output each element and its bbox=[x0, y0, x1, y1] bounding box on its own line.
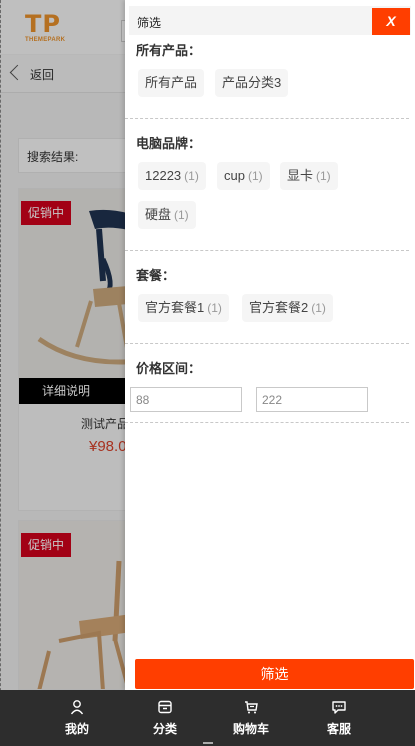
filter-option[interactable]: 所有产品 bbox=[138, 69, 205, 97]
filter-option-label: 12223 bbox=[145, 168, 182, 183]
bottom-nav: 我的 分类 购物车 客服 bbox=[0, 690, 415, 746]
filter-option-count: (1) bbox=[311, 301, 326, 315]
nav-label: 我的 bbox=[64, 722, 89, 736]
cart-icon bbox=[245, 701, 258, 714]
nav-item-category[interactable]: 分类 bbox=[130, 690, 200, 746]
price-min-input[interactable] bbox=[130, 387, 242, 412]
filter-option-label: 所有产品 bbox=[145, 75, 198, 90]
filter-group-heading: 所有产品： bbox=[136, 43, 202, 58]
close-button[interactable]: X bbox=[372, 8, 410, 35]
filter-option[interactable]: 显卡 (1) bbox=[280, 162, 338, 190]
filter-option-count: (1) bbox=[247, 169, 263, 183]
filter-option-count: (1) bbox=[207, 301, 222, 315]
filter-option-label: 官方套餐2 bbox=[249, 300, 309, 315]
nav-label: 客服 bbox=[326, 722, 351, 736]
price-range-heading: 价格区间： bbox=[136, 361, 202, 376]
category-icon bbox=[158, 700, 172, 714]
chat-icon bbox=[332, 701, 346, 714]
price-max-input[interactable] bbox=[256, 387, 368, 412]
nav-item-mine[interactable]: 我的 bbox=[42, 690, 112, 746]
filter-option-count: (1) bbox=[316, 169, 331, 183]
filter-option[interactable]: 产品分类3 bbox=[215, 69, 289, 97]
filter-option-label: 显卡 bbox=[287, 168, 314, 183]
filter-option-count: (1) bbox=[174, 208, 189, 222]
filter-option-label: 官方套餐1 bbox=[145, 300, 205, 315]
nav-item-cart[interactable]: 购物车 bbox=[216, 690, 286, 746]
section-divider bbox=[125, 343, 409, 344]
filter-option[interactable]: 官方套餐2 (1) bbox=[242, 294, 333, 322]
user-icon bbox=[70, 700, 84, 715]
filter-header: 筛选 bbox=[129, 6, 411, 35]
nav-label: 购物车 bbox=[232, 722, 269, 736]
section-divider bbox=[125, 422, 409, 423]
section-divider bbox=[125, 250, 409, 251]
filter-option[interactable]: 硬盘 (1) bbox=[138, 201, 196, 229]
apply-filter-button[interactable]: 筛选 bbox=[135, 659, 414, 689]
filter-option[interactable]: 12223 (1) bbox=[138, 162, 206, 190]
filter-title: 筛选 bbox=[137, 16, 162, 30]
section-divider bbox=[125, 118, 409, 119]
nav-item-service[interactable]: 客服 bbox=[304, 690, 374, 746]
filter-option-label: cup bbox=[224, 168, 245, 183]
filter-panel: 筛选 X 所有产品： 所有产品 产品分类3 电脑品牌： 12223 (1) cup… bbox=[125, 0, 415, 690]
filter-option-count: (1) bbox=[184, 169, 199, 183]
filter-option-label: 产品分类3 bbox=[222, 75, 282, 90]
filter-option[interactable]: 官方套餐1 (1) bbox=[138, 294, 229, 322]
filter-group-heading: 套餐： bbox=[136, 268, 176, 283]
filter-group-heading: 电脑品牌： bbox=[136, 136, 202, 151]
filter-option-label: 硬盘 bbox=[145, 207, 172, 222]
nav-label: 分类 bbox=[152, 722, 177, 736]
filter-option[interactable]: cup (1) bbox=[217, 162, 270, 190]
home-indicator bbox=[203, 742, 213, 744]
